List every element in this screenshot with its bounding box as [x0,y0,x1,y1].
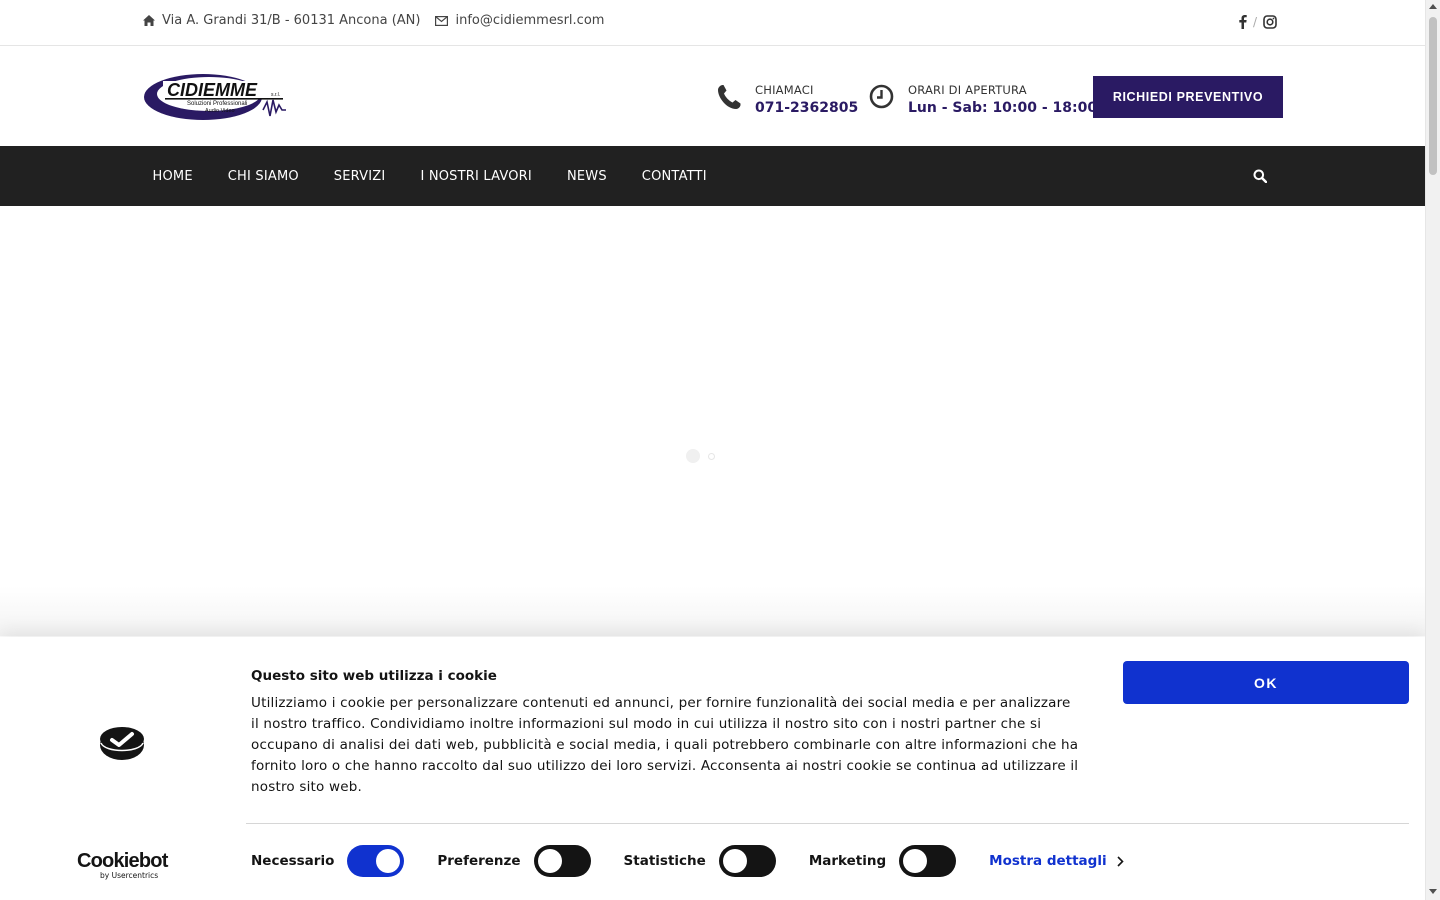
hours-block: ORARI DI APERTURA Lun - Sab: 10:00 - 18:… [869,82,1097,116]
cookiebot-brand[interactable]: Cookiebot by Usercentrics [77,850,168,880]
logo-suffix: s.r.l. [271,92,280,98]
nav-item-chi-siamo[interactable]: CHI SIAMO [210,169,316,184]
toggle-preferenze[interactable] [533,845,591,877]
main-nav: HOME CHI SIAMO SERVIZI I NOSTRI LAVORI N… [0,146,1425,206]
cookie-ok-button[interactable]: OK [1123,661,1409,704]
hero-area [0,206,1425,636]
hours-label: ORARI DI APERTURA [908,83,1027,97]
toggle-group-necessario: Necessario [251,845,405,877]
clock-icon [869,84,894,109]
request-quote-button[interactable]: RICHIEDI PREVENTIVO [1093,76,1283,118]
site-logo[interactable]: CIDIEMME s.r.l. Soluzioni Professionali … [143,72,288,122]
email-item[interactable]: info@cidiemmesrl.com [435,13,604,28]
envelope-icon [435,15,449,26]
phone-label: CHIAMACI [755,83,814,97]
nav-item-contatti[interactable]: CONTATTI [624,169,724,184]
phone-block[interactable]: CHIAMACI 071-2362805 [717,82,858,116]
cookie-toggles: Necessario Preferenze Statistiche Market… [251,845,1124,877]
home-icon [143,15,155,26]
hours-value: Lun - Sab: 10:00 - 18:00 [908,100,1098,116]
nav-item-news[interactable]: NEWS [549,169,624,184]
scroll-up-arrow-icon[interactable] [1429,4,1437,9]
social-separator: / [1252,14,1257,29]
toggle-label-marketing: Marketing [808,853,887,869]
nav-item-home[interactable]: HOME [135,169,210,184]
toggle-label-statistiche: Statistiche [623,853,706,869]
contact-info: Via A. Grandi 31/B - 60131 Ancona (AN) i… [143,13,619,28]
toggle-label-necessario: Necessario [251,853,335,869]
instagram-icon[interactable] [1263,14,1277,29]
toggle-group-statistiche: Statistiche [624,845,776,877]
show-details-link[interactable]: Mostra dettagli [989,853,1124,869]
toggle-marketing[interactable] [899,845,957,877]
toggle-group-marketing: Marketing [808,845,957,877]
facebook-icon[interactable] [1238,14,1247,29]
phone-number[interactable]: 071-2362805 [755,100,858,116]
email-link[interactable]: info@cidiemmesrl.com [455,13,604,28]
page-scrollbar[interactable] [1425,0,1440,900]
logo-tagline1: Soluzioni Professionali [187,101,247,107]
nav-item-servizi[interactable]: SERVIZI [316,169,403,184]
cookiebot-logo-icon [100,727,144,760]
toggle-necessario[interactable] [347,845,405,877]
search-icon[interactable] [1253,169,1267,183]
cookie-body-text: Utilizziamo i cookie per personalizzare … [251,695,1079,795]
toggle-group-preferenze: Preferenze [437,845,591,877]
toggle-label-preferenze: Preferenze [437,853,521,869]
show-details-label: Mostra dettagli [989,853,1107,869]
address-item: Via A. Grandi 31/B - 60131 Ancona (AN) [143,13,420,28]
logo-tagline2: Audio Video [205,108,235,114]
chevron-right-icon [1117,855,1124,867]
cookie-title: Questo sito web utilizza i cookie [251,668,497,684]
cookie-banner: Cookiebot by Usercentrics Questo sito we… [0,637,1425,900]
logo-brand: CIDIEMME [167,80,258,100]
social-links: / [1238,14,1277,29]
top-bar: Via A. Grandi 31/B - 60131 Ancona (AN) i… [0,0,1425,46]
header: CIDIEMME s.r.l. Soluzioni Professionali … [0,46,1425,146]
cookiebot-name: Cookiebot [77,850,168,872]
nav-item-i-nostri-lavori[interactable]: I NOSTRI LAVORI [403,169,549,184]
scroll-down-arrow-icon[interactable] [1429,889,1437,894]
phone-icon [718,85,741,109]
scrollbar-thumb[interactable] [1429,17,1437,175]
cookiebot-by: by Usercentrics [100,871,159,880]
address-text: Via A. Grandi 31/B - 60131 Ancona (AN) [162,13,421,28]
cookie-divider [246,823,1409,824]
toggle-statistiche[interactable] [718,845,776,877]
